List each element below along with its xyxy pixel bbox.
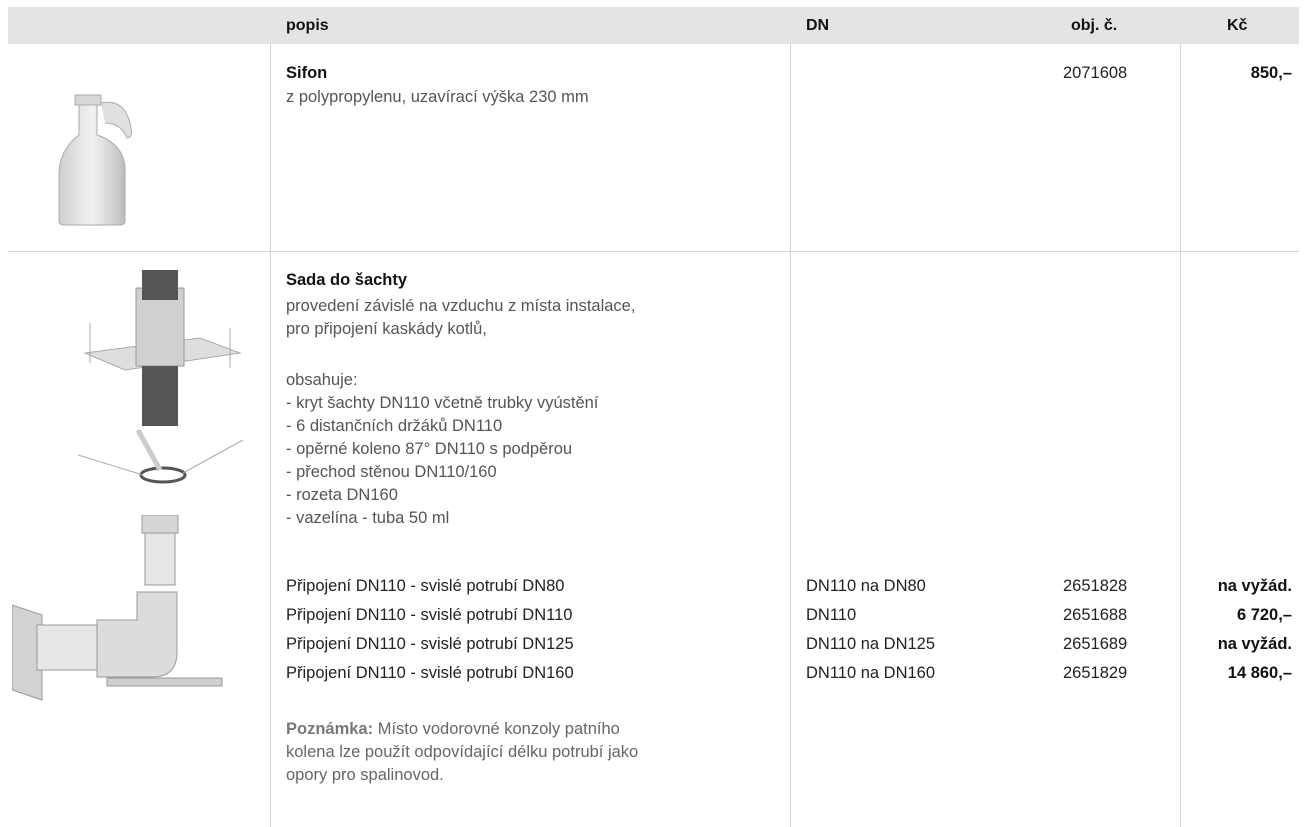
variant-price: na vyžád. bbox=[1217, 577, 1292, 595]
header-obj: obj. č. bbox=[1071, 17, 1118, 34]
item-description-line: provedení závislé na vzduchu z místa ins… bbox=[286, 297, 636, 315]
variant-obj: 2651829 bbox=[1063, 664, 1128, 682]
variant-obj: 2651688 bbox=[1063, 606, 1128, 624]
siphon-image bbox=[58, 94, 132, 226]
variant-dn: DN110 na DN125 bbox=[806, 635, 936, 653]
variant-dn: DN110 na DN80 bbox=[806, 577, 926, 595]
variant-name: Připojení DN110 - svislé potrubí DN80 bbox=[286, 577, 565, 595]
item-obj: 2071608 bbox=[1063, 64, 1128, 82]
note-line: Místo vodorovné konzoly patního bbox=[373, 720, 620, 738]
variant-name: Připojení DN110 - svislé potrubí DN110 bbox=[286, 606, 573, 624]
contents-item: - vazelína - tuba 50 ml bbox=[286, 509, 450, 527]
variant-price: na vyžád. bbox=[1217, 635, 1292, 653]
contents-item: - přechod stěnou DN110/160 bbox=[286, 463, 497, 481]
note: Poznámka: Místo vodorovné konzoly patníh… bbox=[286, 718, 638, 787]
contents-item: - 6 distančních držáků DN110 bbox=[286, 417, 503, 435]
spacer-holder-image bbox=[78, 428, 244, 484]
support-elbow-image bbox=[12, 591, 223, 701]
item-price: 850,– bbox=[1250, 64, 1292, 82]
variant-dn: DN110 na DN160 bbox=[806, 664, 936, 682]
header-dn: DN bbox=[806, 17, 830, 34]
contents-item: - kryt šachty DN110 včetně trubky vyústě… bbox=[286, 394, 599, 412]
variant-name: Připojení DN110 - svislé potrubí DN125 bbox=[286, 635, 574, 653]
contents-item: - opěrné koleno 87° DN110 s podpěrou bbox=[286, 440, 573, 458]
variant-name: Připojení DN110 - svislé potrubí DN160 bbox=[286, 664, 574, 682]
variant-obj: 2651828 bbox=[1063, 577, 1128, 595]
header-kc: Kč bbox=[1227, 17, 1248, 34]
row-divider bbox=[8, 251, 1299, 252]
variant-price: 14 860,– bbox=[1227, 664, 1292, 682]
item-title: Sada do šachty bbox=[286, 271, 408, 289]
column-divider bbox=[790, 44, 791, 827]
header-popis: popis bbox=[286, 17, 329, 34]
contains-label: obsahuje: bbox=[286, 371, 358, 389]
note-line: kolena lze použít odpovídající délku pot… bbox=[286, 743, 639, 761]
column-divider bbox=[1180, 44, 1181, 827]
note-label: Poznámka: bbox=[286, 720, 374, 738]
item-title: Sifon bbox=[286, 64, 328, 82]
shaft-cover-image bbox=[83, 270, 242, 426]
column-divider bbox=[270, 44, 271, 827]
note-line: opory pro spalinovod. bbox=[286, 766, 444, 784]
variant-price: 6 720,– bbox=[1236, 606, 1292, 624]
wall-pass-pipe-image bbox=[141, 515, 179, 586]
variant-obj: 2651689 bbox=[1063, 635, 1128, 653]
contents-item: - rozeta DN160 bbox=[286, 486, 398, 504]
item-description-line: pro připojení kaskády kotlů, bbox=[286, 320, 487, 338]
item-description: z polypropylenu, uzavírací výška 230 mm bbox=[286, 88, 589, 106]
variant-dn: DN110 bbox=[806, 606, 857, 624]
